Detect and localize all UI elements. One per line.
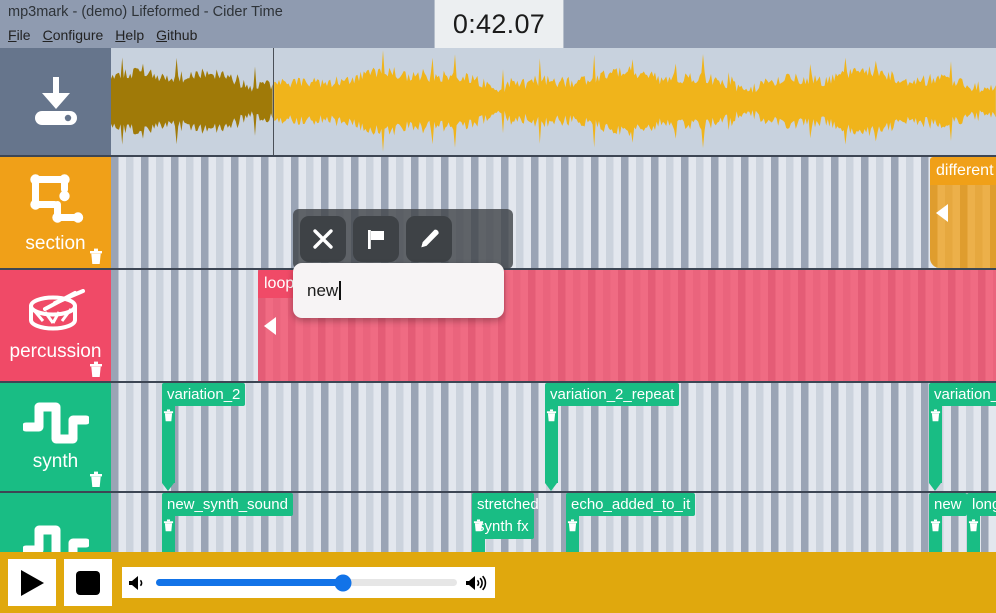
flag-icon <box>368 230 384 249</box>
trash-icon <box>968 519 979 532</box>
menu-item-file[interactable]: File <box>8 27 31 43</box>
trash-icon <box>163 519 174 532</box>
marker-delete-button[interactable] <box>930 409 941 422</box>
window-title: mp3mark - (demo) Lifeformed - Cider Time <box>8 4 283 20</box>
trash-icon <box>163 409 174 422</box>
volume-control[interactable] <box>122 567 495 598</box>
track-header-percussion[interactable]: percussion <box>0 270 111 381</box>
track-label-synth: synth <box>32 451 79 472</box>
menu-item-help-label: elp <box>125 27 145 43</box>
volume-low-icon <box>129 575 143 590</box>
stop-button[interactable] <box>64 559 112 606</box>
trash-icon <box>90 361 102 377</box>
marker-label[interactable]: new <box>929 493 967 516</box>
menu-item-help[interactable]: Help <box>115 27 144 43</box>
track-header-section[interactable]: section <box>0 157 111 268</box>
waveform-display[interactable] <box>111 48 996 155</box>
track-label-section: section <box>25 232 86 254</box>
marker-delete-button[interactable] <box>473 519 484 532</box>
trash-icon <box>90 248 102 264</box>
region-label-section-0[interactable]: different <box>930 157 996 185</box>
track-delete-button-percussion[interactable] <box>89 361 103 377</box>
close-icon <box>313 229 333 249</box>
trash-icon <box>930 409 941 422</box>
marker-delete-button[interactable] <box>163 409 174 422</box>
trash-icon <box>90 471 102 487</box>
transport-bar <box>0 552 996 613</box>
download-icon <box>34 76 77 125</box>
volume-slider-knob[interactable] <box>334 574 352 591</box>
volume-slider-track[interactable] <box>156 574 457 591</box>
marker-name-input[interactable]: new <box>293 263 504 318</box>
title-bar: mp3mark - (demo) Lifeformed - Cider Time… <box>0 0 996 48</box>
menu-item-configure-label: onfigure <box>52 27 104 43</box>
section-icon <box>29 173 83 223</box>
marker-label[interactable]: echo_added_to_it <box>566 493 696 516</box>
marker-delete-button[interactable] <box>930 519 941 532</box>
marker-delete-button[interactable] <box>163 519 174 532</box>
time-display: 0:42.07 <box>452 8 546 39</box>
region-left-handle[interactable] <box>264 316 276 335</box>
track-delete-button-section[interactable] <box>89 248 103 264</box>
playhead[interactable] <box>273 48 274 155</box>
waveform-row <box>0 48 996 155</box>
track-synth: synth variation_2 variation_2_repeat variat… <box>0 381 996 491</box>
menu-item-configure[interactable]: Configure <box>43 27 104 43</box>
waveform-graphic <box>111 50 996 152</box>
region-left-handle[interactable] <box>936 203 948 222</box>
pen-button[interactable] <box>406 216 452 262</box>
trash-icon <box>546 409 557 422</box>
beat-grid-wrap <box>111 157 996 268</box>
text-cursor <box>339 281 341 300</box>
export-button[interactable] <box>0 48 111 155</box>
marker-delete-button[interactable] <box>968 519 979 532</box>
trash-icon <box>930 519 941 532</box>
marker-name-value: new <box>307 280 339 300</box>
track-label-percussion: percussion <box>9 340 102 362</box>
play-icon <box>21 569 44 596</box>
marker-delete-button[interactable] <box>567 519 578 532</box>
track-delete-button-synth[interactable] <box>89 471 103 487</box>
close-button[interactable] <box>300 216 346 262</box>
pen-icon <box>421 229 439 248</box>
marker-label[interactable]: variation_2 <box>162 383 246 406</box>
menu-item-file-label: ile <box>16 27 31 43</box>
marker-label[interactable]: stretched synth fx <box>472 493 539 539</box>
square-wave-icon <box>22 402 89 444</box>
track-lane-synth[interactable]: variation_2 variation_2_repeat variation_ <box>111 383 996 491</box>
play-button[interactable] <box>8 559 56 606</box>
trash-icon <box>473 519 484 532</box>
marker-label[interactable]: variation_2_repeat <box>545 383 680 406</box>
time-display-panel: 0:42.07 <box>434 0 564 48</box>
track-lane-percussion[interactable]: loop <box>111 270 996 381</box>
trash-icon <box>567 519 578 532</box>
menu-item-github-label: ithub <box>167 27 198 43</box>
menu-bar: File Configure Help Github <box>8 27 197 43</box>
stop-icon <box>76 570 100 595</box>
track-header-synth[interactable]: synth <box>0 383 111 491</box>
volume-slider-fill <box>156 579 343 586</box>
beat-grid <box>111 157 996 268</box>
marker-label[interactable]: long <box>967 493 996 516</box>
track-lane-section[interactable]: different <box>111 157 996 268</box>
editor-stage: section different percussion loop synth vari… <box>0 48 996 600</box>
menu-item-github[interactable]: Github <box>156 27 197 43</box>
popup-toolbar <box>293 209 513 269</box>
marker-label[interactable]: new_synth_sound <box>162 493 293 516</box>
marker-label[interactable]: variation_ <box>929 383 996 406</box>
volume-high-icon <box>466 575 487 590</box>
drum-icon <box>28 288 85 330</box>
flag-button[interactable] <box>353 216 399 262</box>
marker-delete-button[interactable] <box>546 409 557 422</box>
app-window: mp3mark - (demo) Lifeformed - Cider Time… <box>0 0 996 613</box>
